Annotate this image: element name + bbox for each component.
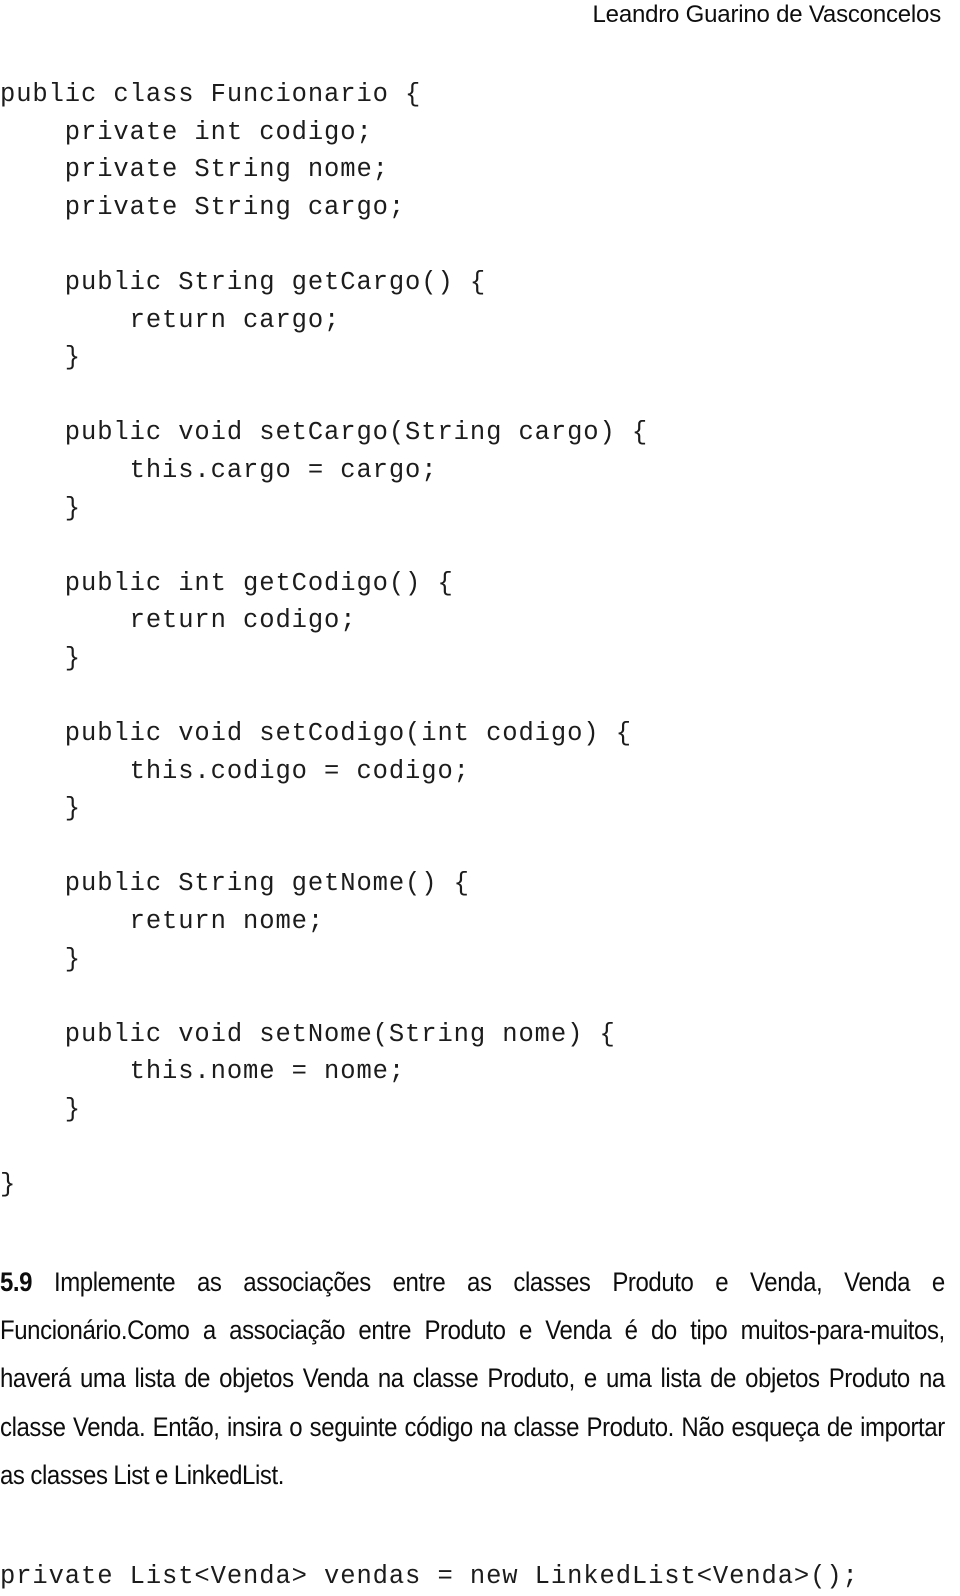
code-line: } — [0, 643, 82, 673]
code-line: } — [0, 343, 82, 373]
code-line: this.cargo = cargo; — [0, 455, 438, 485]
code-line: return codigo; — [0, 606, 357, 636]
code-line: public void setNome(String nome) { — [0, 1019, 616, 1049]
code-line: public int getCodigo() { — [0, 568, 454, 598]
code-line: public class Funcionario { — [0, 80, 422, 109]
page-header-author: Leandro Guarino de Vasconcelos — [592, 1, 942, 28]
code-line: } — [0, 1170, 17, 1200]
code-line: return nome; — [0, 907, 325, 937]
code-block-funcionario: public class Funcionario { private int c… — [0, 76, 960, 1204]
exercise-statement: 5.9 Implemente as associações entre as c… — [0, 1258, 945, 1499]
code-line: private String cargo; — [0, 192, 406, 222]
code-line: } — [0, 944, 82, 974]
code-line-vendas-declaration: private List<Venda> vendas = new LinkedL… — [0, 1562, 859, 1591]
code-line: public String getNome() { — [0, 869, 470, 899]
code-line: this.nome = nome; — [0, 1057, 406, 1087]
exercise-text: 5.9 Implemente as associações entre as c… — [0, 1258, 945, 1499]
code-line: } — [0, 1095, 82, 1125]
code-line: private int codigo; — [0, 117, 373, 147]
code-line: } — [0, 794, 82, 824]
code-line: } — [0, 493, 82, 523]
document-page: Leandro Guarino de Vasconcelos public cl… — [0, 0, 960, 1596]
code-line: public void setCodigo(int codigo) { — [0, 719, 632, 749]
code-line: this.codigo = codigo; — [0, 756, 470, 786]
code-line: public String getCargo() { — [0, 267, 487, 297]
code-line: return cargo; — [0, 305, 341, 335]
code-line: public void setCargo(String cargo) { — [0, 418, 649, 448]
code-line: private String nome; — [0, 155, 389, 185]
exercise-body: Como a associação entre Produto e Venda … — [0, 1315, 945, 1490]
exercise-number: 5.9 — [0, 1267, 33, 1297]
